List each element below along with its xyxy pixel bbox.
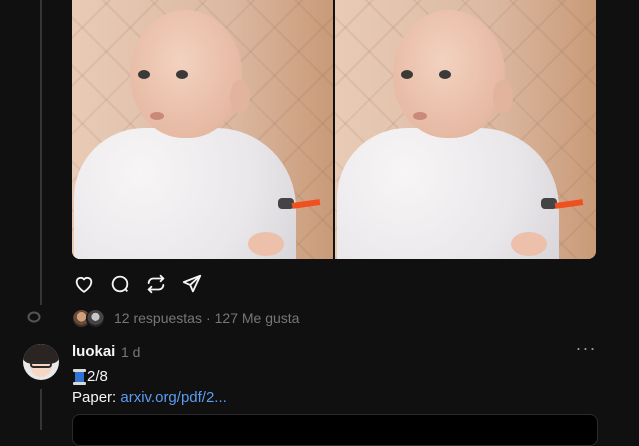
post-time: 1 d: [121, 344, 141, 360]
like-button[interactable]: [72, 272, 96, 296]
share-button[interactable]: [180, 272, 204, 296]
likes-count[interactable]: 127 Me gusta: [215, 310, 300, 326]
post-actions: [72, 272, 204, 296]
spool-icon: [73, 368, 86, 385]
photo-left[interactable]: [72, 0, 333, 259]
photo-right[interactable]: [335, 0, 596, 259]
post-text-line: Paper: arxiv.org/pdf/2...: [72, 389, 227, 406]
thread-loop-icon: [27, 311, 41, 323]
paper-link[interactable]: arxiv.org/pdf/2...: [120, 389, 226, 406]
thread-line-top: [40, 0, 42, 305]
thread-counter: 2/8: [87, 368, 108, 385]
repost-button[interactable]: [144, 272, 168, 296]
reply-button[interactable]: [108, 272, 132, 296]
paper-label: Paper:: [72, 389, 121, 406]
replier-avatar[interactable]: [86, 308, 105, 328]
comment-icon: [111, 275, 129, 293]
heart-icon: [75, 276, 93, 293]
replies-count[interactable]: 12 respuestas: [114, 310, 202, 326]
post-text-line: 2/8: [73, 368, 108, 385]
stats-separator: ·: [205, 310, 211, 326]
more-icon[interactable]: ···: [574, 339, 598, 361]
send-icon: [182, 274, 202, 293]
avatar[interactable]: [23, 344, 59, 380]
thread-line-bottom: [40, 389, 42, 430]
repost-icon: [147, 274, 165, 294]
post-stats: 12 respuestas · 127 Me gusta: [72, 308, 299, 328]
username[interactable]: luokai: [72, 343, 115, 360]
post-media[interactable]: [72, 0, 596, 259]
post-media-preview[interactable]: [72, 414, 598, 446]
